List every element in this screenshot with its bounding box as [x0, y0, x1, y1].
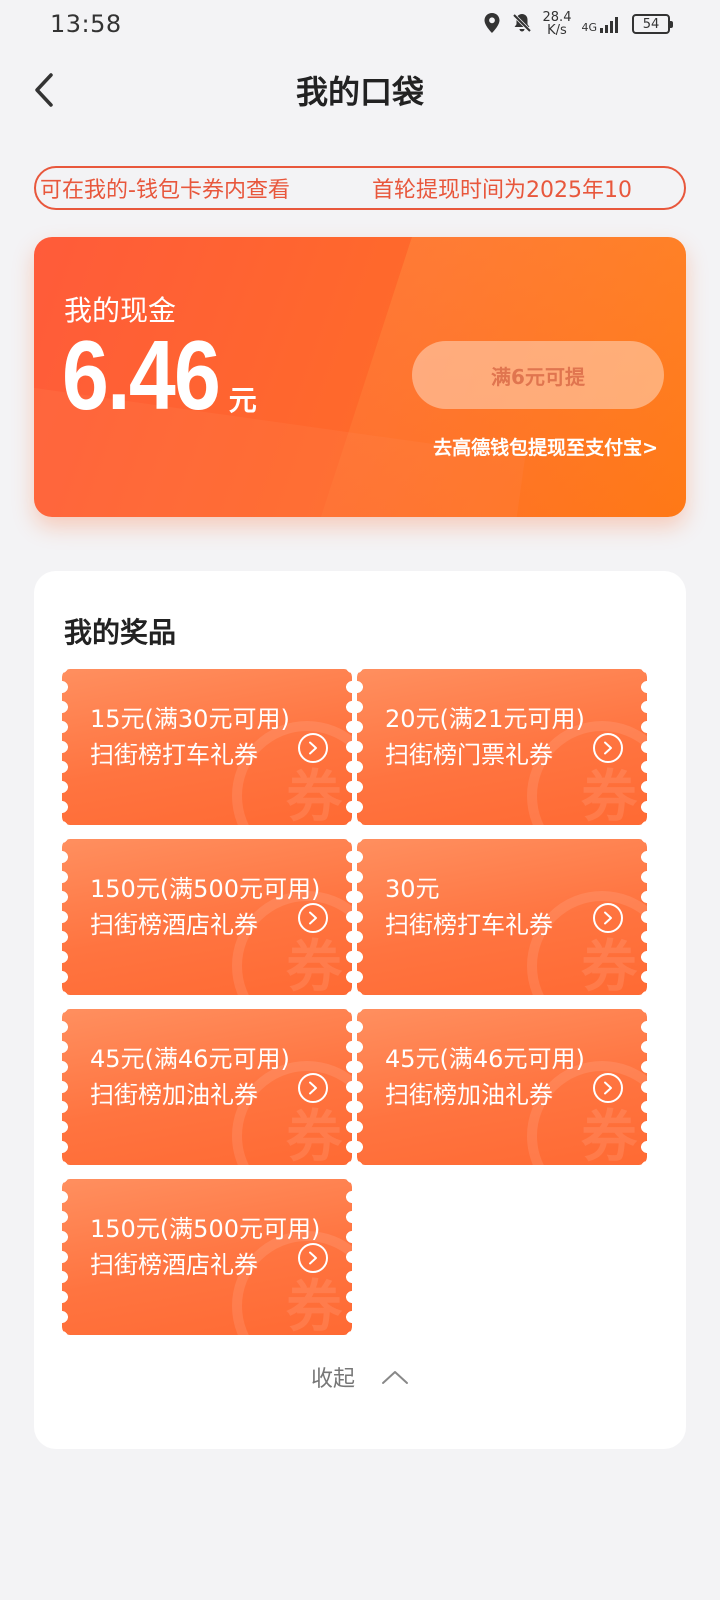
chevron-right-icon — [309, 1081, 317, 1095]
chevron-right-icon — [604, 741, 612, 755]
circle-chevron-right-icon[interactable] — [298, 1073, 328, 1103]
coupon-card[interactable]: 券 150元(满500元可用) 扫街榜酒店礼券 — [62, 839, 352, 995]
withdraw-button[interactable]: 满6元可提 — [412, 341, 664, 409]
chevron-right-icon — [309, 741, 317, 755]
back-button[interactable] — [24, 70, 64, 110]
coupon-name: 扫街榜打车礼券 — [90, 741, 258, 769]
prizes-title: 我的奖品 — [64, 616, 177, 649]
chevron-right-icon — [309, 1251, 317, 1265]
cash-unit: 元 — [228, 384, 257, 417]
circle-chevron-right-icon[interactable] — [298, 1243, 328, 1273]
page-title: 我的口袋 — [295, 73, 424, 111]
chevron-right-icon — [604, 911, 612, 925]
coupon-card[interactable]: 券 150元(满500元可用) 扫街榜酒店礼券 — [62, 1179, 352, 1335]
coupon-card[interactable]: 券 15元(满30元可用) 扫街榜打车礼券 — [62, 669, 352, 825]
coupon-value: 150元(满500元可用) — [90, 875, 321, 903]
coupon-name: 扫街榜酒店礼券 — [90, 911, 258, 939]
status-bar: 13:58 28.4 K/s 4G 54 — [0, 0, 720, 48]
coupon-card[interactable]: 券 45元(满46元可用) 扫街榜加油礼券 — [357, 1009, 647, 1165]
wallet-withdraw-link[interactable]: 去高德钱包提现至支付宝> — [433, 433, 658, 460]
location-icon — [483, 12, 501, 37]
coupon-value: 150元(满500元可用) — [90, 1215, 321, 1243]
notice-message: 首轮提现时间为2025年10 — [371, 178, 632, 203]
status-time: 13:58 — [50, 10, 122, 38]
battery-icon: 54 — [632, 14, 673, 34]
chevron-up-icon — [382, 1371, 408, 1384]
net-speed: 28.4 K/s — [543, 11, 572, 37]
coupon-card[interactable]: 券 30元 扫街榜打车礼券 — [357, 839, 647, 995]
circle-chevron-right-icon[interactable] — [593, 903, 623, 933]
signal-type: 4G — [581, 21, 597, 34]
mute-bell-icon — [511, 12, 533, 37]
chevron-right-icon — [309, 911, 317, 925]
notice-marquee: 可在我的-钱包卡券内查看 首轮提现时间为2025年10 — [34, 166, 686, 210]
chevron-right-icon — [604, 1081, 612, 1095]
coupon-value: 15元(满30元可用) — [90, 705, 290, 733]
prizes-panel: 我的奖品 券 15元(满30元可用) 扫街榜打车礼券券 20元(满21元可用) 扫街榜门… — [34, 571, 686, 1449]
cellular-signal-icon: 4G — [581, 15, 622, 33]
coupon-name: 扫街榜加油礼券 — [90, 1081, 258, 1109]
circle-chevron-right-icon[interactable] — [593, 1073, 623, 1103]
collapse-label: 收起 — [310, 1367, 355, 1392]
coupon-value: 45元(满46元可用) — [90, 1045, 290, 1073]
status-icons: 28.4 K/s 4G 54 — [483, 11, 673, 37]
coupon-card[interactable]: 券 20元(满21元可用) 扫街榜门票礼券 — [357, 669, 647, 825]
coupon-card[interactable]: 券 45元(满46元可用) 扫街榜加油礼券 — [62, 1009, 352, 1165]
cash-amount-row: 6.46 元 — [62, 320, 257, 430]
coupon-name: 扫街榜门票礼券 — [385, 741, 553, 769]
battery-level: 54 — [642, 16, 660, 32]
coupon-value: 20元(满21元可用) — [385, 705, 585, 733]
page-header: 我的口袋 — [0, 58, 720, 122]
net-speed-unit: K/s — [547, 23, 567, 38]
collapse-button[interactable]: 收起 — [34, 1357, 686, 1397]
circle-chevron-right-icon[interactable] — [593, 733, 623, 763]
circle-chevron-right-icon[interactable] — [298, 903, 328, 933]
cash-amount: 6.46 — [62, 320, 221, 430]
coupon-value: 30元 — [385, 875, 440, 903]
notice-message: 可在我的-钱包卡券内查看 — [40, 178, 290, 203]
chevron-left-icon — [35, 73, 53, 107]
coupon-name: 扫街榜打车礼券 — [385, 911, 553, 939]
coupon-name: 扫街榜加油礼券 — [385, 1081, 553, 1109]
cash-card: 我的现金 6.46 元 满6元可提 去高德钱包提现至支付宝> — [34, 237, 686, 517]
coupon-name: 扫街榜酒店礼券 — [90, 1251, 258, 1279]
coupon-value: 45元(满46元可用) — [385, 1045, 585, 1073]
circle-chevron-right-icon[interactable] — [298, 733, 328, 763]
